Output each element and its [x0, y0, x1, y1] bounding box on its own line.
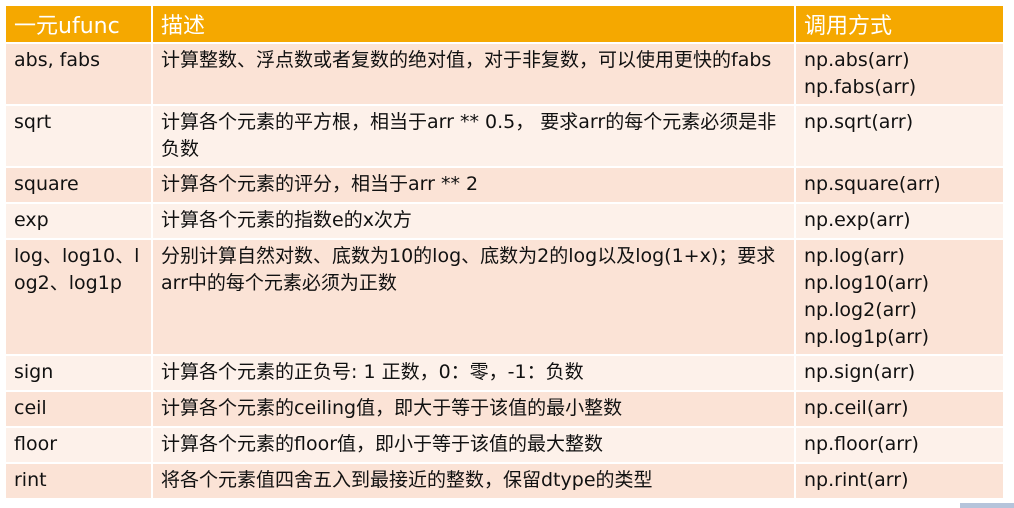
call-cell: np.sqrt(arr) — [795, 105, 1005, 168]
description-cell: 计算整数、浮点数或者复数的绝对值，对于非复数，可以使用更快的fabs — [152, 43, 796, 106]
call-cell: np.rint(arr) — [795, 463, 1005, 500]
call-expression: np.square(arr) — [804, 173, 941, 195]
ufunc-name-cell: sqrt — [6, 105, 153, 168]
description-cell: 分别计算自然对数、底数为10的log、底数为2的log以及log(1+x)；要求… — [152, 239, 796, 356]
ufunc-name-cell: floor — [6, 427, 153, 464]
header-call: 调用方式 — [795, 6, 1005, 44]
description-cell: 计算各个元素的floor值，即小于等于该值的最大整数 — [152, 427, 796, 464]
description-cell: 将各个元素值四舍五入到最接近的整数，保留dtype的类型 — [152, 463, 796, 500]
ufunc-name-cell: log、log10、log2、log1p — [6, 239, 153, 356]
call-expression: np.log1p(arr) — [804, 326, 930, 348]
table-row: sign 计算各个元素的正负号: 1 正数，0：零，-1：负数 np.sign(ar… — [6, 355, 1005, 392]
slide: 一元ufunc 描述 调用方式 abs, fabs 计算整数、浮点数或者复数的绝对… — [0, 0, 1014, 508]
header-ufunc: 一元ufunc — [6, 6, 153, 44]
table-row: abs, fabs 计算整数、浮点数或者复数的绝对值，对于非复数，可以使用更快的f… — [6, 43, 1005, 106]
call-cell: np.square(arr) — [795, 167, 1005, 204]
call-expression: np.sign(arr) — [804, 361, 916, 383]
call-expression: np.ceil(arr) — [804, 397, 909, 419]
call-expression: np.sqrt(arr) — [804, 111, 914, 133]
call-expression: np.log10(arr) — [804, 272, 930, 294]
ufunc-name-cell: abs, fabs — [6, 43, 153, 106]
table-header-row: 一元ufunc 描述 调用方式 — [6, 6, 1005, 44]
description-cell: 计算各个元素的指数e的x次方 — [152, 203, 796, 240]
ufunc-name-cell: exp — [6, 203, 153, 240]
ufunc-name-cell: sign — [6, 355, 153, 392]
description-cell: 计算各个元素的评分，相当于arr ** 2 — [152, 167, 796, 204]
table-row: sqrt 计算各个元素的平方根，相当于arr ** 0.5， 要求arr的每个元素… — [6, 105, 1005, 168]
corner-decoration — [960, 503, 1014, 508]
call-expression: np.rint(arr) — [804, 469, 909, 491]
call-cell: np.ceil(arr) — [795, 391, 1005, 428]
call-expression: np.abs(arr) — [804, 49, 910, 71]
ufunc-table: 一元ufunc 描述 调用方式 abs, fabs 计算整数、浮点数或者复数的绝对… — [6, 6, 1005, 500]
description-cell: 计算各个元素的正负号: 1 正数，0：零，-1：负数 — [152, 355, 796, 392]
ufunc-name-cell: rint — [6, 463, 153, 500]
call-expression: np.log(arr) — [804, 245, 905, 267]
table-row: rint 将各个元素值四舍五入到最接近的整数，保留dtype的类型 np.rint(… — [6, 463, 1005, 500]
call-expression: np.fabs(arr) — [804, 76, 917, 98]
call-cell: np.abs(arr) np.fabs(arr) — [795, 43, 1005, 106]
table-row: exp 计算各个元素的指数e的x次方 np.exp(arr) — [6, 203, 1005, 240]
ufunc-name-cell: square — [6, 167, 153, 204]
call-cell: np.exp(arr) — [795, 203, 1005, 240]
call-cell: np.log(arr) np.log10(arr) np.log2(arr) np.l… — [795, 239, 1005, 356]
table-row: log、log10、log2、log1p 分别计算自然对数、底数为10的log、底… — [6, 239, 1005, 356]
table-row: square 计算各个元素的评分，相当于arr ** 2 np.square(arr… — [6, 167, 1005, 204]
call-expression: np.log2(arr) — [804, 299, 917, 321]
call-expression: np.floor(arr) — [804, 433, 919, 455]
table-row: floor 计算各个元素的floor值，即小于等于该值的最大整数 np.floor(… — [6, 427, 1005, 464]
call-expression: np.exp(arr) — [804, 209, 911, 231]
table-body: abs, fabs 计算整数、浮点数或者复数的绝对值，对于非复数，可以使用更快的f… — [6, 43, 1005, 500]
header-description: 描述 — [152, 6, 796, 44]
call-cell: np.floor(arr) — [795, 427, 1005, 464]
description-cell: 计算各个元素的ceiling值，即大于等于该值的最小整数 — [152, 391, 796, 428]
table-row: ceil 计算各个元素的ceiling值，即大于等于该值的最小整数 np.ceil(… — [6, 391, 1005, 428]
description-cell: 计算各个元素的平方根，相当于arr ** 0.5， 要求arr的每个元素必须是非… — [152, 105, 796, 168]
call-cell: np.sign(arr) — [795, 355, 1005, 392]
ufunc-name-cell: ceil — [6, 391, 153, 428]
